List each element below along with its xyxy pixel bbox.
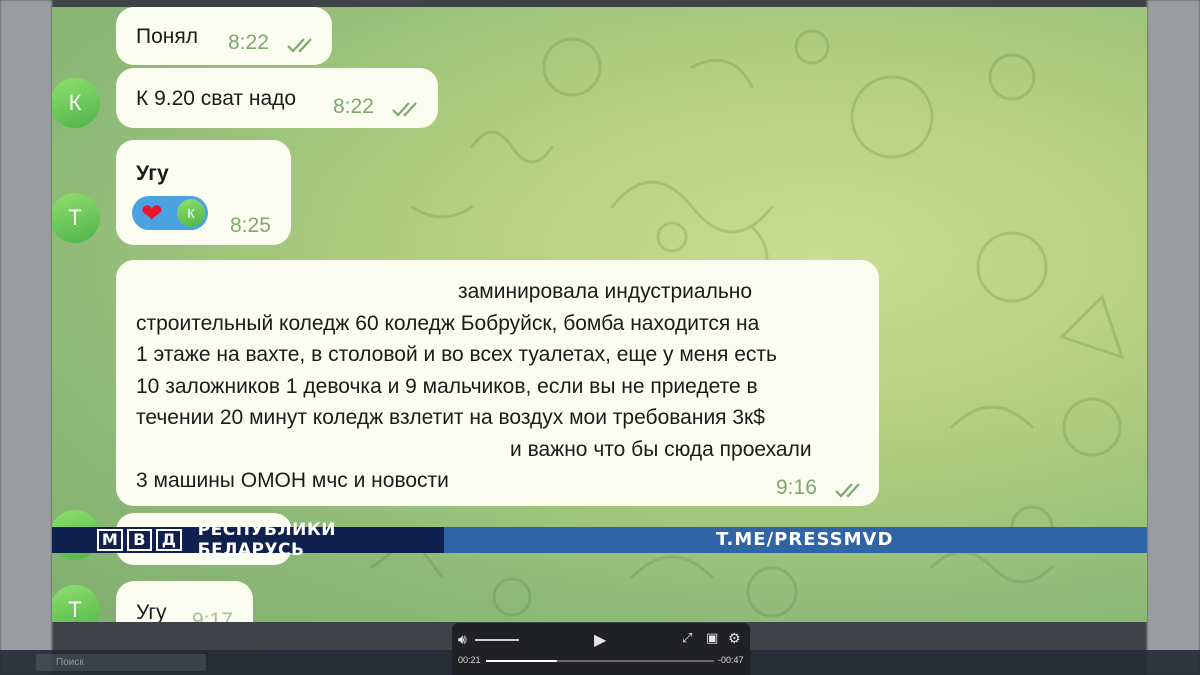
sender-avatar-k[interactable]: К — [52, 78, 100, 128]
message-text-line: 10 заложников 1 девочка и 9 мальчиков, е… — [136, 375, 758, 398]
volume-icon[interactable]: 🔊︎ — [458, 633, 467, 647]
fullscreen-icon[interactable]: ⤢ — [682, 632, 692, 645]
message-text-line: 3 машины ОМОН мчс и новости — [136, 469, 449, 492]
banner-brand-block: М В Д РЕСПУБЛИКИ БЕЛАРУСЬ — [52, 520, 444, 560]
message-time: 8:22 — [228, 31, 269, 54]
message-bubble-4[interactable]: заминировала индустриально строительный … — [116, 260, 879, 506]
message-text-line: заминировала индустриально — [458, 280, 753, 303]
message-text: Угу — [136, 601, 167, 622]
taskbar-search-input[interactable]: Поиск — [36, 654, 206, 671]
volume-slider[interactable] — [475, 639, 519, 641]
read-checkmarks-icon — [287, 38, 312, 53]
message-reaction[interactable]: ❤ К — [132, 196, 208, 230]
remaining-time: -00:47 — [718, 655, 744, 665]
message-time: 8:25 — [230, 214, 271, 237]
video-frame[interactable]: Понял 8:22 К К 9.20 сват надо 8:22 Т Угу… — [52, 7, 1147, 622]
message-text: Понял — [136, 25, 198, 48]
reactor-avatar: К — [177, 199, 205, 227]
play-icon[interactable]: ▶ — [594, 632, 606, 648]
message-time: 9:16 — [776, 476, 817, 499]
video-player-controls: 🔊︎ ▶ ⤢ ▣ ⚙ 00:21 -00:47 — [452, 623, 750, 675]
heart-icon: ❤ — [141, 198, 163, 228]
logo-letter: Д — [156, 529, 182, 551]
message-bubble-1[interactable]: Понял 8:22 — [116, 7, 332, 65]
banner-link: T.ME/PRESSMVD — [716, 529, 894, 550]
picture-in-picture-icon[interactable]: ▣ — [706, 632, 718, 645]
elapsed-time: 00:21 — [458, 655, 481, 665]
seek-bar-progress — [486, 660, 557, 662]
message-bubble-5[interactable]: Угу 9:17 — [116, 581, 253, 622]
read-checkmarks-icon — [392, 102, 417, 117]
logo-letter: М — [97, 529, 123, 551]
message-text-line: 1 этаже на вахте, в столовой и во всех т… — [136, 343, 777, 366]
banner-title: РЕСПУБЛИКИ БЕЛАРУСЬ — [197, 520, 336, 560]
message-text-line: течении 20 минут коледж взлетит на возду… — [136, 406, 765, 429]
message-time: 8:22 — [333, 95, 374, 118]
settings-gear-icon[interactable]: ⚙ — [728, 632, 741, 646]
desktop-background-left — [0, 0, 52, 675]
logo-letter: В — [126, 529, 153, 551]
sender-avatar-t[interactable]: Т — [52, 193, 100, 243]
read-checkmarks-icon — [835, 483, 860, 498]
desktop-background-right — [1147, 0, 1200, 675]
message-text: К 9.20 сват надо — [136, 87, 297, 110]
news-banner: М В Д РЕСПУБЛИКИ БЕЛАРУСЬ T.ME/PRESSMVD — [52, 520, 1147, 560]
message-time: 9:17 — [192, 609, 233, 622]
message-text-line: строительный коледж 60 коледж Бобруйск, … — [136, 312, 760, 335]
message-text-line: и важно что бы сюда проехали — [510, 438, 812, 461]
message-bubble-3[interactable]: Угу ❤ К 8:25 — [116, 140, 291, 245]
seek-bar[interactable] — [486, 660, 714, 662]
message-text: Угу — [136, 162, 169, 185]
message-bubble-2[interactable]: К 9.20 сват надо 8:22 — [116, 68, 438, 128]
